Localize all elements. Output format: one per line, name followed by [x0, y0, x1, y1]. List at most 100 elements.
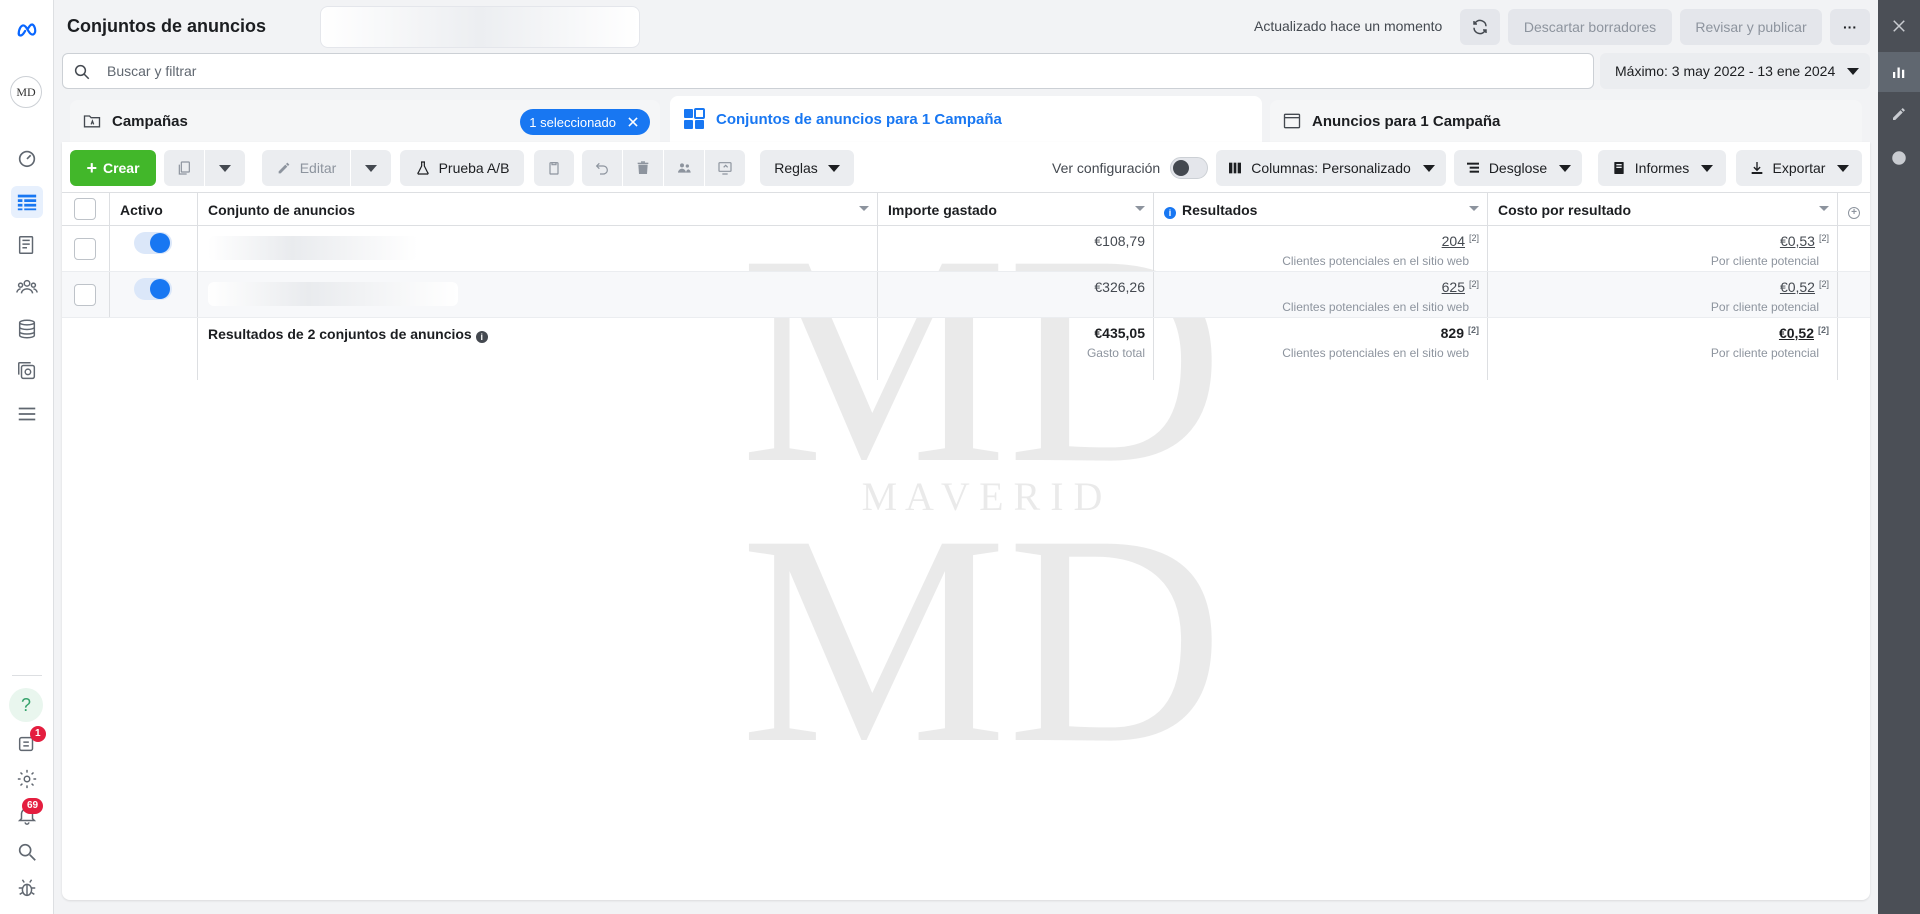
results-subtext: Clientes potenciales en el sitio web — [1282, 254, 1469, 268]
info-icon[interactable]: i — [475, 331, 488, 343]
summary-results-note: [2] — [1468, 325, 1479, 335]
meta-logo-icon[interactable] — [11, 14, 43, 46]
chart-icon[interactable] — [1878, 52, 1920, 92]
clear-selection-icon[interactable] — [626, 115, 640, 129]
account-avatar[interactable]: MD — [10, 76, 42, 108]
columns-button[interactable]: Columnas: Personalizado — [1216, 150, 1446, 186]
sort-icon — [1135, 206, 1145, 211]
chevron-down-icon — [1559, 164, 1572, 172]
summary-cost-note: [2] — [1818, 325, 1829, 335]
header-adset-label: Conjunto de anuncios — [208, 202, 355, 218]
selected-chip[interactable]: 1 seleccionado — [520, 109, 650, 135]
discard-drafts-button[interactable]: Descartar borradores — [1508, 9, 1672, 45]
ab-test-button[interactable]: Prueba A/B — [400, 150, 524, 186]
clipboard-icon — [549, 162, 559, 175]
adset-name-link[interactable] — [208, 236, 418, 260]
results-number[interactable]: 625 — [1442, 279, 1465, 295]
sort-icon — [1819, 206, 1829, 211]
table-row[interactable]: €108,79 204 [2] Clientes potenciales en e… — [62, 226, 1870, 272]
cost-number[interactable]: €0,53 — [1780, 233, 1815, 249]
row-checkbox[interactable] — [74, 284, 96, 306]
rules-button[interactable]: Reglas — [760, 150, 854, 186]
adset-name-link[interactable] — [208, 282, 458, 306]
select-all-checkbox[interactable] — [74, 198, 96, 220]
tab-ads[interactable]: Anuncios para 1 Campaña — [1270, 100, 1862, 142]
header-active[interactable]: Activo — [110, 193, 198, 225]
results-value[interactable]: 625 [2] — [1442, 279, 1479, 295]
menu-icon[interactable] — [11, 398, 43, 430]
alerts-badge: 69 — [22, 798, 44, 814]
cost-value[interactable]: €0,52 [2] — [1780, 279, 1829, 295]
results-value[interactable]: 204 [2] — [1442, 233, 1479, 249]
search-icon[interactable] — [11, 836, 43, 868]
edit-dropdown-button[interactable] — [351, 150, 391, 186]
summary-cost-value[interactable]: €0,52 [2] — [1779, 325, 1829, 341]
search-input[interactable] — [107, 61, 1007, 81]
preview-button[interactable] — [705, 150, 745, 186]
duplicate-button[interactable] — [164, 150, 204, 186]
cost-value[interactable]: €0,53 [2] — [1780, 233, 1829, 249]
settings-gear-icon[interactable] — [11, 763, 43, 795]
date-range-picker[interactable]: Máximo: 3 may 2022 - 13 ene 2024 — [1600, 53, 1870, 89]
header-spent[interactable]: Importe gastado — [878, 193, 1154, 225]
cost-subtext: Por cliente potencial — [1710, 254, 1819, 268]
active-toggle[interactable] — [134, 232, 172, 254]
view-config-toggle[interactable] — [1170, 157, 1208, 179]
more-options-button[interactable]: ··· — [1830, 9, 1870, 45]
audiences-icon[interactable] — [11, 271, 43, 303]
view-config-label: Ver configuración — [1052, 160, 1161, 176]
summary-cost-subtext: Por cliente potencial — [1710, 346, 1819, 360]
header-cost[interactable]: Costo por resultado — [1488, 193, 1838, 225]
header-results[interactable]: i Resultados — [1154, 193, 1488, 225]
tab-campaigns[interactable]: Campañas 1 seleccionado — [70, 100, 660, 142]
review-publish-button[interactable]: Revisar y publicar — [1680, 9, 1822, 45]
clipboard-button[interactable] — [534, 150, 574, 186]
summary-results-cell: 829 [2] Clientes potenciales en el sitio … — [1154, 318, 1488, 380]
spent-cell: €326,26 — [878, 272, 1154, 317]
adset-name-cell — [198, 226, 878, 271]
summary-spacer-cell — [62, 318, 198, 380]
tab-adsets[interactable]: Conjuntos de anuncios para 1 Campaña — [670, 96, 1262, 142]
header-adset[interactable]: Conjunto de anuncios — [198, 193, 878, 225]
pages-icon[interactable] — [11, 229, 43, 261]
chevron-down-icon — [1847, 67, 1860, 75]
undo-button[interactable] — [582, 150, 622, 186]
delete-button[interactable] — [623, 150, 663, 186]
edit-pencil-icon — [278, 162, 290, 174]
edit-button[interactable]: Editar — [262, 150, 350, 186]
edit-pencil-icon[interactable] — [1878, 94, 1920, 134]
duplicate-dropdown-button[interactable] — [205, 150, 245, 186]
campaign-name-field[interactable] — [320, 6, 640, 48]
info-icon[interactable]: i — [1164, 207, 1176, 219]
trash-icon — [637, 161, 649, 174]
summary-label: Resultados de 2 conjuntos de anuncios i — [208, 326, 488, 343]
history-clock-icon[interactable] — [1878, 138, 1920, 178]
toggle-knob — [150, 279, 170, 299]
active-toggle[interactable] — [134, 278, 172, 300]
cost-number[interactable]: €0,52 — [1780, 279, 1815, 295]
date-range-label: Máximo: 3 may 2022 - 13 ene 2024 — [1615, 63, 1836, 79]
reports-button[interactable]: Informes — [1598, 150, 1726, 186]
help-icon[interactable]: ? — [9, 688, 43, 722]
bug-report-icon[interactable] — [11, 872, 43, 904]
export-button[interactable]: Exportar — [1736, 150, 1862, 186]
ab-test-button-label: Prueba A/B — [438, 160, 510, 176]
breakdown-button[interactable]: Desglose — [1454, 150, 1582, 186]
dashboard-gauge-icon[interactable] — [11, 142, 43, 174]
results-number[interactable]: 204 — [1442, 233, 1465, 249]
ads-manager-table-icon[interactable] — [11, 186, 43, 218]
row-checkbox[interactable] — [74, 238, 96, 260]
notifications-badge: 1 — [30, 726, 46, 742]
refresh-button[interactable] — [1460, 9, 1500, 45]
create-button[interactable]: + Crear — [70, 150, 156, 186]
reports-button-label: Informes — [1634, 160, 1690, 176]
close-icon[interactable] — [1878, 6, 1920, 46]
add-column-icon[interactable]: + — [1848, 207, 1860, 219]
billing-icon[interactable] — [11, 313, 43, 345]
summary-spent-subtext: Gasto total — [1086, 346, 1145, 360]
catalog-icon[interactable] — [11, 355, 43, 387]
summary-cost-number[interactable]: €0,52 — [1779, 325, 1814, 341]
table-row[interactable]: €326,26 625 [2] Clientes potenciales en e… — [62, 272, 1870, 318]
edit-button-label: Editar — [299, 160, 337, 176]
audience-button[interactable] — [664, 150, 704, 186]
